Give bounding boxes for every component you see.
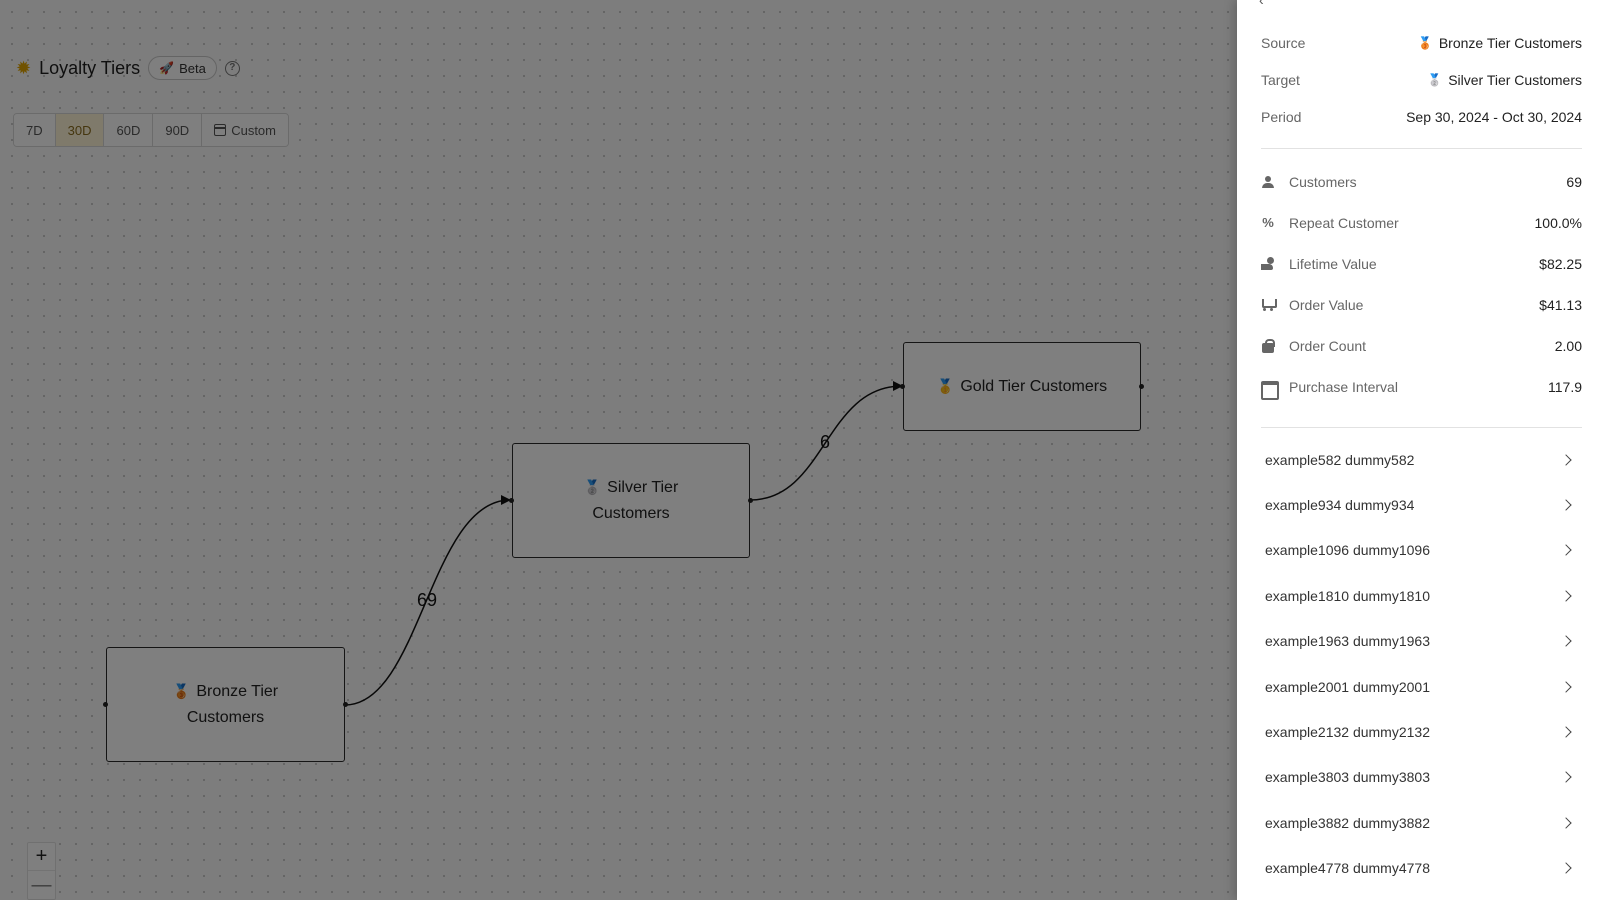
target-value: Silver Tier Customers (1448, 71, 1582, 88)
metric-label: Repeat Customer (1289, 214, 1399, 231)
metric-row-order-value: Order Value $41.13 (1261, 284, 1582, 325)
metric-row-lifetime-value: Lifetime Value $82.25 (1261, 243, 1582, 284)
back-arrow-icon[interactable]: ‹ (1259, 0, 1264, 8)
metric-row-repeat-customer: % Repeat Customer 100.0% (1261, 202, 1582, 243)
person-icon (1261, 175, 1275, 189)
customer-name: example4778 dummy4778 (1265, 860, 1430, 877)
customer-name: example934 dummy934 (1265, 497, 1415, 514)
info-row-target: Target 🥈 Silver Tier Customers (1261, 61, 1582, 98)
info-label: Source (1261, 34, 1306, 51)
chevron-right-icon (1560, 862, 1572, 874)
customer-name: example1096 dummy1096 (1265, 542, 1430, 559)
divider (1261, 427, 1582, 428)
customer-list-item[interactable]: example934 dummy934 (1261, 482, 1582, 527)
divider (1261, 148, 1582, 149)
bronze-medal-icon: 🥉 (1417, 35, 1433, 50)
customer-name: example2132 dummy2132 (1265, 724, 1430, 741)
chevron-right-icon (1560, 635, 1572, 647)
customer-name: example1963 dummy1963 (1265, 633, 1430, 650)
chevron-right-icon (1560, 726, 1572, 738)
customer-name: example2001 dummy2001 (1265, 678, 1430, 695)
metric-label: Order Value (1289, 296, 1364, 313)
chevron-right-icon (1560, 771, 1572, 784)
metric-value: $41.13 (1539, 296, 1582, 313)
metric-label: Lifetime Value (1289, 255, 1377, 272)
info-row-source: Source 🥉 Bronze Tier Customers (1261, 24, 1582, 61)
info-value: 🥉 Bronze Tier Customers (1418, 35, 1582, 51)
customer-name: example3803 dummy3803 (1265, 769, 1430, 786)
metric-value: 2.00 (1554, 337, 1582, 354)
chevron-right-icon (1560, 680, 1572, 693)
customer-list-item[interactable]: example1810 dummy1810 (1261, 573, 1582, 618)
info-label: Period (1261, 108, 1302, 125)
period-value: Sep 30, 2024 - Oct 30, 2024 (1406, 108, 1582, 125)
chevron-right-icon (1560, 817, 1572, 829)
customer-name: example582 dummy582 (1265, 451, 1415, 468)
cart-icon (1261, 298, 1277, 312)
metric-value: 117.9 (1548, 378, 1582, 395)
info-row-period: Period Sep 30, 2024 - Oct 30, 2024 (1261, 98, 1582, 135)
metric-label: Customers (1289, 173, 1357, 190)
customer-list-item[interactable]: example2132 dummy2132 (1261, 709, 1582, 754)
metric-value: $82.25 (1539, 255, 1582, 272)
silver-medal-icon: 🥈 (1427, 72, 1443, 87)
bag-icon (1261, 338, 1275, 353)
customer-list-item[interactable]: example2001 dummy2001 (1261, 664, 1582, 709)
info-value: 🥈 Silver Tier Customers (1427, 72, 1582, 88)
metric-value: 100.0% (1534, 214, 1582, 231)
modal-backdrop[interactable] (0, 0, 1237, 900)
chevron-right-icon (1560, 454, 1572, 466)
percent-icon: % (1262, 214, 1274, 230)
chevron-right-icon (1560, 590, 1572, 602)
customer-list-item[interactable]: example4778 dummy4778 (1261, 846, 1582, 891)
customer-name: example1810 dummy1810 (1265, 587, 1430, 604)
metric-row-order-count: Order Count 2.00 (1261, 325, 1582, 366)
metric-value: 69 (1566, 173, 1582, 190)
metric-row-purchase-interval: Purchase Interval 117.9 (1261, 366, 1582, 407)
source-value: Bronze Tier Customers (1438, 34, 1582, 51)
customer-list-item[interactable]: example3882 dummy3882 (1261, 800, 1582, 845)
customer-name: example3882 dummy3882 (1265, 814, 1430, 831)
edge-details-panel: ‹ Source 🥉 Bronze Tier Customers Target … (1237, 0, 1600, 900)
customer-list-item[interactable]: example3803 dummy3803 (1261, 755, 1582, 800)
chevron-right-icon (1560, 499, 1572, 511)
info-label: Target (1261, 71, 1300, 88)
customer-list-item[interactable]: example582 dummy582 (1261, 437, 1582, 482)
metric-label: Purchase Interval (1289, 378, 1398, 395)
chevron-right-icon (1560, 544, 1572, 557)
customer-list-item[interactable]: example1963 dummy1963 (1261, 619, 1582, 664)
hand-coin-icon (1261, 256, 1275, 271)
customer-list: example582 dummy582 example934 dummy934 … (1261, 437, 1582, 891)
customer-list-item[interactable]: example1096 dummy1096 (1261, 528, 1582, 573)
calendar-icon (1261, 380, 1279, 400)
metric-label: Order Count (1289, 337, 1367, 354)
metric-row-customers: Customers 69 (1261, 161, 1582, 202)
